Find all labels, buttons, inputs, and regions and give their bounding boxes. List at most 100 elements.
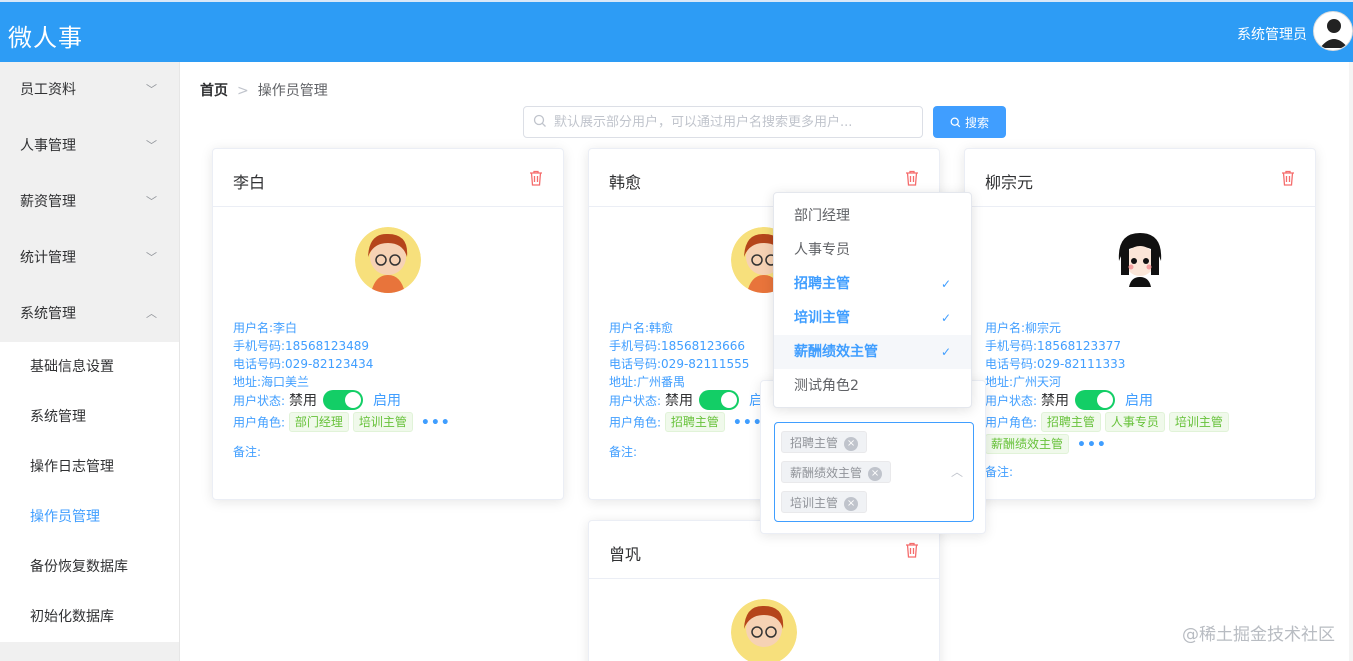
status-row: 用户状态: 禁用 启用	[233, 390, 401, 410]
option-label: 测试角色2	[794, 378, 859, 394]
menu-label: 员工资料	[20, 82, 76, 98]
tag-label: 薪酬绩效主管	[790, 466, 863, 480]
mobile-text: 手机号码:18568123489	[233, 339, 370, 353]
delete-icon[interactable]	[905, 170, 919, 186]
user-name[interactable]: 系统管理员	[1237, 24, 1307, 44]
roles-label: 用户角色:	[609, 415, 662, 430]
status-disabled-label: 禁用	[289, 393, 318, 409]
username-text: 用户名:柳宗元	[985, 321, 1062, 335]
search-icon	[950, 117, 961, 127]
option-label: 招聘主管	[794, 276, 850, 292]
tag-label: 培训主管	[790, 496, 839, 510]
roles-label: 用户角色:	[233, 415, 286, 430]
status-toggle[interactable]	[699, 390, 740, 410]
close-icon[interactable]: ×	[868, 466, 883, 481]
role-option[interactable]: 人事专员	[774, 233, 971, 267]
status-toggle[interactable]	[1075, 390, 1116, 410]
more-roles-icon[interactable]: •••	[1077, 437, 1107, 453]
option-label: 薪酬绩效主管	[794, 344, 878, 360]
top-header: 微人事 系统管理员	[0, 0, 1353, 62]
role-tag: 招聘主管	[664, 412, 725, 432]
submenu-init-db[interactable]: 初始化数据库	[0, 592, 179, 642]
menu-label: 系统管理	[20, 306, 76, 322]
submenu-oplog[interactable]: 操作日志管理	[0, 442, 179, 492]
card-title: 柳宗元	[985, 173, 1034, 192]
role-tag: 培训主管	[1168, 412, 1229, 432]
menu-employee[interactable]: 员工资料 ﹀	[0, 62, 179, 118]
operator-card: 曾巩	[588, 520, 940, 661]
user-info: 用户名:李白 手机号码:18568123489 电话号码:029-8212343…	[233, 319, 373, 391]
avatar	[1107, 227, 1173, 293]
role-tag: 部门经理	[288, 412, 349, 432]
role-option[interactable]: 薪酬绩效主管 ✓	[774, 335, 971, 369]
role-option[interactable]: 测试角色2	[774, 369, 971, 403]
remark-label: 备注:	[985, 465, 1014, 479]
username-text: 用户名:韩愈	[609, 321, 674, 335]
close-icon[interactable]: ×	[844, 436, 859, 451]
search-button-label: 搜索	[964, 115, 989, 130]
chevron-down-icon: ﹀	[146, 251, 157, 264]
more-roles-icon[interactable]: •••	[733, 415, 763, 431]
chevron-up-icon[interactable]: ︿	[951, 463, 963, 480]
more-roles-icon[interactable]: •••	[421, 415, 451, 431]
role-option[interactable]: 招聘主管 ✓	[774, 267, 971, 301]
operator-card: 柳宗元 用户名:柳宗元 手机号码:18568123377 电话号码:029-82…	[964, 148, 1316, 500]
role-tag: 招聘主管	[1040, 412, 1101, 432]
roles-row: 用户角色: 部门经理 培训主管 •••	[233, 412, 543, 434]
cartoon-avatar-icon	[731, 599, 797, 661]
operator-card: 李白 用户名:李白 手机号码:18568123489 电话号码:029-8212…	[212, 148, 564, 500]
menu-statistics[interactable]: 统计管理 ﹀	[0, 230, 179, 286]
roles-label: 用户角色:	[985, 415, 1038, 430]
role-tag: 人事专员	[1104, 412, 1165, 432]
selected-role-tag: 培训主管 ×	[781, 491, 868, 513]
user-info: 用户名:柳宗元 手机号码:18568123377 电话号码:029-821113…	[985, 319, 1125, 391]
roles-multi-select[interactable]: 招聘主管 × 薪酬绩效主管 × 培训主管 × ︿	[774, 422, 974, 522]
submenu-basic-info[interactable]: 基础信息设置	[0, 342, 179, 392]
remark-label: 备注:	[609, 445, 638, 459]
role-tag: 培训主管	[352, 412, 413, 432]
menu-salary[interactable]: 薪资管理 ﹀	[0, 174, 179, 230]
avatar	[355, 227, 421, 293]
submenu-operator[interactable]: 操作员管理	[0, 492, 179, 542]
phone-text: 电话号码:029-82111333	[985, 357, 1126, 371]
person-icon	[1320, 19, 1348, 48]
app-title: 微人事	[8, 24, 83, 52]
search-box	[523, 106, 923, 138]
status-toggle[interactable]	[323, 390, 364, 410]
check-icon: ✓	[940, 345, 951, 359]
submenu-backup[interactable]: 备份恢复数据库	[0, 542, 179, 592]
chevron-down-icon: ﹀	[146, 83, 157, 96]
card-title: 李白	[233, 173, 266, 192]
breadcrumb-home[interactable]: 首页	[200, 83, 228, 99]
username-text: 用户名:李白	[233, 321, 298, 335]
status-disabled-label: 禁用	[665, 393, 694, 409]
chevron-down-icon: ﹀	[146, 139, 157, 152]
selected-role-tag: 薪酬绩效主管 ×	[781, 461, 892, 483]
remark-label: 备注:	[233, 445, 262, 459]
user-avatar[interactable]	[1313, 11, 1353, 51]
option-label: 人事专员	[794, 242, 850, 258]
card-title: 韩愈	[609, 173, 642, 192]
system-submenu: 基础信息设置 系统管理 操作日志管理 操作员管理 备份恢复数据库 初始化数据库	[0, 342, 179, 642]
mobile-text: 手机号码:18568123666	[609, 339, 746, 353]
delete-icon[interactable]	[529, 170, 543, 186]
role-tag: 薪酬绩效主管	[985, 434, 1070, 454]
menu-personnel[interactable]: 人事管理 ﹀	[0, 118, 179, 174]
delete-icon[interactable]	[905, 542, 919, 558]
menu-system[interactable]: 系统管理 ︿	[0, 286, 179, 342]
close-icon[interactable]: ×	[844, 496, 859, 511]
submenu-system[interactable]: 系统管理	[0, 392, 179, 442]
avatar	[731, 599, 797, 661]
search-button[interactable]: 搜索	[933, 106, 1006, 138]
user-info: 用户名:韩愈 手机号码:18568123666 电话号码:029-8211155…	[609, 319, 749, 391]
scrollbar[interactable]	[1349, 62, 1353, 661]
chevron-up-icon: ︿	[146, 307, 157, 320]
breadcrumb-current: 操作员管理	[257, 83, 328, 99]
role-option[interactable]: 部门经理	[774, 199, 971, 233]
status-label: 用户状态:	[609, 393, 662, 408]
check-icon: ✓	[940, 277, 951, 291]
search-input[interactable]	[554, 107, 914, 137]
delete-icon[interactable]	[1281, 170, 1295, 186]
role-option[interactable]: 培训主管 ✓	[774, 301, 971, 335]
roles-dropdown: 部门经理 人事专员 招聘主管 ✓ 培训主管 ✓ 薪酬绩效主管 ✓ 测试角色2	[773, 192, 972, 408]
